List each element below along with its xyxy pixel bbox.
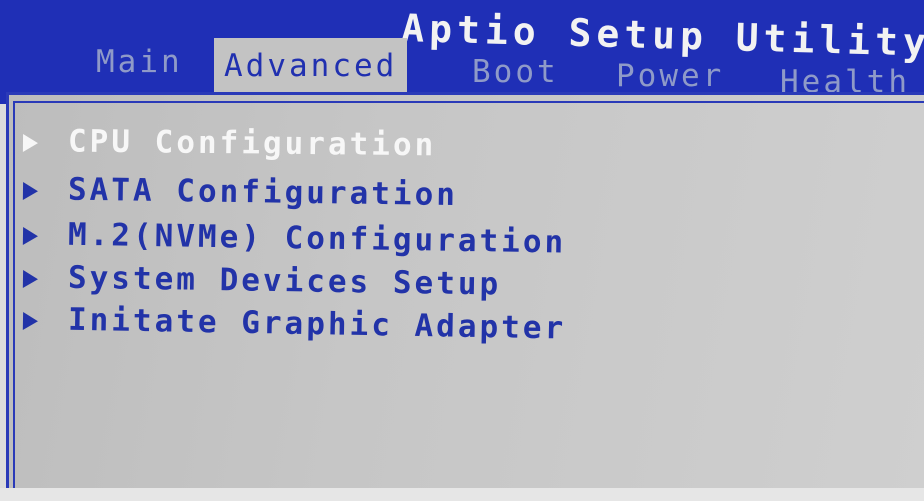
tab-advanced[interactable]: Advanced [214,38,408,94]
bios-header: Aptio Setup Utility - Main Advanced Boot… [0,0,924,104]
triangle-right-icon [22,181,39,200]
tab-power[interactable]: Power [616,58,724,94]
menu-item-label: CPU Configuration [67,123,437,164]
bottom-border [0,488,924,501]
triangle-right-icon [22,269,39,288]
menu-item-system-devices-setup[interactable]: System Devices Setup [22,259,502,303]
triangle-right-icon [22,133,39,152]
bios-screen: Aptio Setup Utility - Main Advanced Boot… [0,0,924,501]
menu-item-label: System Devices Setup [67,259,502,303]
tab-main[interactable]: Main [96,44,183,80]
menu-item-sata-configuration[interactable]: SATA Configuration [22,171,459,214]
menu-item-label: SATA Configuration [67,171,459,214]
advanced-panel: CPU Configuration SATA Configuration M.2… [6,92,924,488]
triangle-right-icon [22,311,39,330]
tab-boot[interactable]: Boot [472,54,559,90]
triangle-right-icon [22,226,39,245]
menu-item-cpu-configuration[interactable]: CPU Configuration [22,123,437,164]
